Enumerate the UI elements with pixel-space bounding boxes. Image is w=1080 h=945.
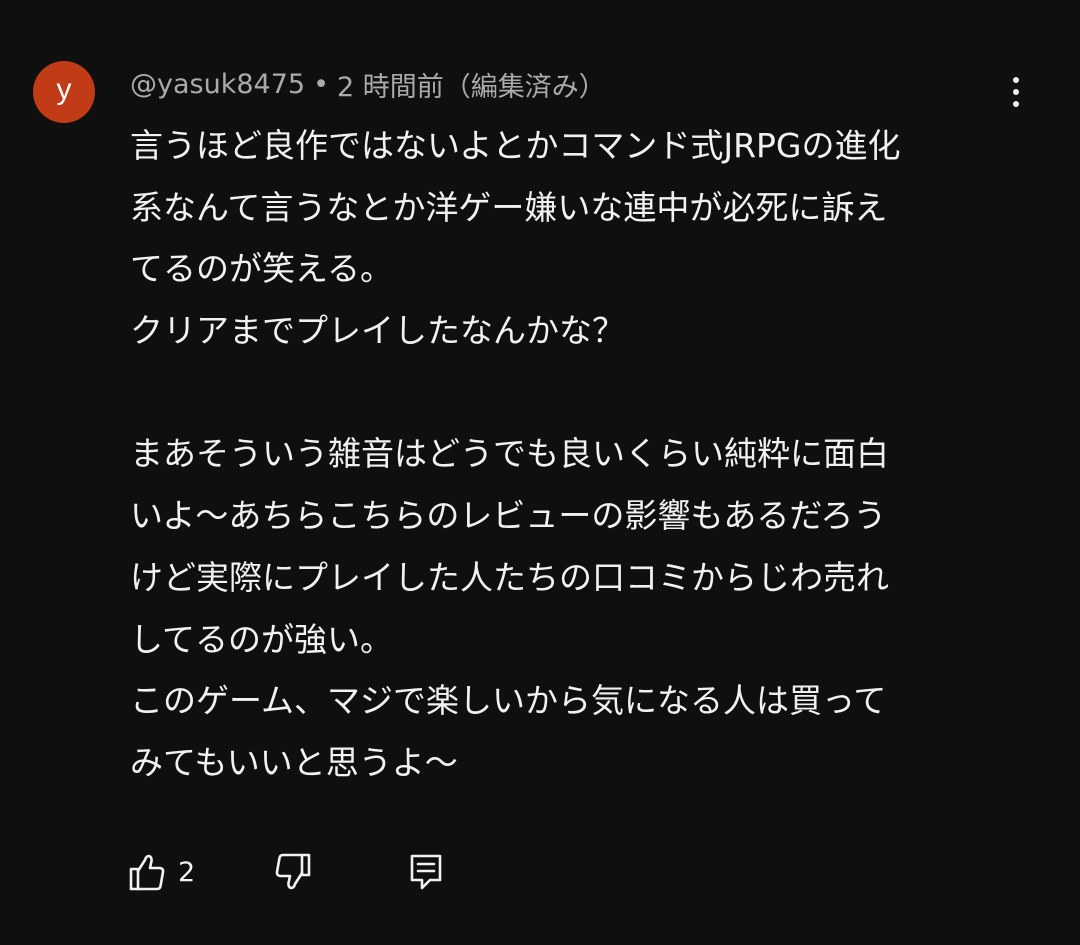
comment-line: てるのが笑える。 [130,249,394,289]
comment-timestamp[interactable]: 2 時間前（編集済み） [337,65,606,104]
comment-line: まあそういう雑音はどうでも良いくらい純粋に面白 [130,434,889,474]
like-count: 2 [178,856,196,888]
comment-header: @yasuk8475 • 2 時間前（編集済み） [130,64,606,104]
comment-line: みてもいいと思うよ〜 [130,742,458,782]
thumbs-down-icon [274,852,312,892]
comment-reply-icon [408,852,444,892]
comment-line: 系なんて言うなとか洋ゲー嫌いな連中が必死に訴え [130,187,888,227]
comment-line: このゲーム、マジで楽しいから気になる人は買って [130,681,887,721]
comment-thread-item: y @yasuk8475 • 2 時間前（編集済み） 言うほど良作ではないよとか… [0,0,1080,945]
comment-body: 言うほど良作ではないよとかコマンド式JRPGの進化 系なんて言うなとか洋ゲー嫌い… [130,115,1030,794]
avatar[interactable]: y [33,61,95,123]
more-vertical-icon-dot [1013,89,1019,95]
more-vertical-icon-dot [1013,101,1019,107]
comment-line: けど実際にプレイした人たちの口コミからじわ売れ [130,557,889,597]
more-vertical-icon [1013,77,1019,83]
like-button[interactable]: 2 [128,848,195,896]
comment-line [130,362,1030,424]
avatar-letter: y [56,73,72,106]
more-options-button[interactable] [996,70,1036,114]
reply-button[interactable] [408,848,444,896]
thumbs-up-icon [128,852,166,892]
author-handle[interactable]: @yasuk8475 [130,69,305,100]
comment-line: いよ〜あちらこちらのレビューの影響もあるだろう [130,496,887,536]
dislike-button[interactable] [274,848,312,896]
comment-line: 言うほど良作ではないよとかコマンド式JRPGの進化 [130,126,901,165]
comment-line: クリアまでプレイしたなんかな？ [130,311,625,351]
comment-line: してるのが強い。 [130,619,394,659]
meta-separator: • [313,68,329,100]
